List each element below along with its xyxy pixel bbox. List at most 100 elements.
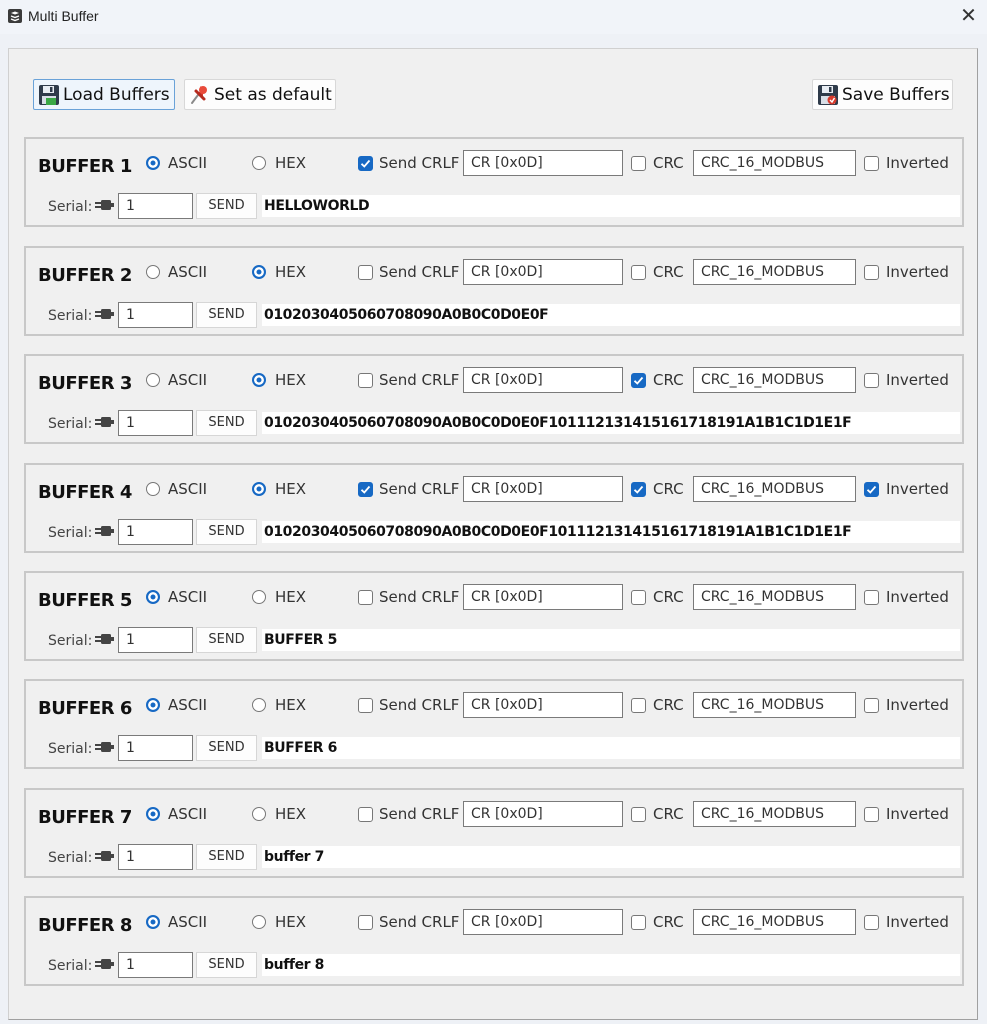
buffer-group-6: BUFFER 6 ASCII HEX Send CRLF CR [0x0D] C… — [24, 679, 964, 769]
crc-checkbox[interactable] — [631, 807, 646, 822]
hex-radio[interactable] — [252, 590, 266, 604]
ascii-label: ASCII — [168, 480, 208, 498]
serial-port-input[interactable]: 1 — [118, 627, 193, 653]
crlf-terminator-field[interactable]: CR [0x0D] — [463, 909, 623, 935]
crc-checkbox[interactable] — [631, 590, 646, 605]
serial-port-input[interactable]: 1 — [118, 844, 193, 870]
set-as-default-button[interactable]: Set as default — [184, 79, 336, 110]
send-button[interactable]: SEND — [196, 302, 257, 328]
send-crlf-checkbox[interactable] — [358, 265, 373, 280]
send-crlf-checkbox[interactable] — [358, 698, 373, 713]
ascii-label: ASCII — [168, 263, 208, 281]
buffer-data-input[interactable]: 0102030405060708090A0B0C0D0E0F1011121314… — [262, 412, 960, 434]
buffer-title: BUFFER 6 — [38, 698, 132, 719]
crlf-terminator-field[interactable]: CR [0x0D] — [463, 367, 623, 393]
close-button[interactable]: ✕ — [950, 0, 987, 34]
ascii-radio[interactable] — [146, 156, 160, 170]
inverted-checkbox[interactable] — [864, 698, 879, 713]
serial-port-input[interactable]: 1 — [118, 735, 193, 761]
floppy-disk-icon — [39, 84, 59, 105]
crc-checkbox[interactable] — [631, 482, 646, 497]
send-crlf-checkbox[interactable] — [358, 915, 373, 930]
buffer-data-input[interactable]: HELLOWORLD — [262, 195, 960, 217]
send-crlf-checkbox[interactable] — [358, 156, 373, 171]
crlf-terminator-field[interactable]: CR [0x0D] — [463, 584, 623, 610]
serial-port-input[interactable]: 1 — [118, 410, 193, 436]
send-button[interactable]: SEND — [196, 627, 257, 653]
serial-label: Serial: — [48, 850, 93, 866]
crc-type-field[interactable]: CRC_16_MODBUS — [693, 801, 856, 827]
crc-checkbox[interactable] — [631, 698, 646, 713]
ascii-radio[interactable] — [146, 373, 160, 387]
hex-radio[interactable] — [252, 156, 266, 170]
inverted-label: Inverted — [886, 805, 949, 823]
inverted-checkbox[interactable] — [864, 265, 879, 280]
buffer-data-input[interactable]: BUFFER 6 — [262, 737, 960, 759]
crlf-terminator-field[interactable]: CR [0x0D] — [463, 476, 623, 502]
serial-port-input[interactable]: 1 — [118, 193, 193, 219]
buffer-data-input[interactable]: 0102030405060708090A0B0C0D0E0F — [262, 304, 960, 326]
crlf-terminator-field[interactable]: CR [0x0D] — [463, 259, 623, 285]
send-crlf-checkbox[interactable] — [358, 373, 373, 388]
hex-radio[interactable] — [252, 373, 266, 387]
inverted-checkbox[interactable] — [864, 807, 879, 822]
title-bar: Multi Buffer ✕ — [0, 0, 987, 34]
inverted-checkbox[interactable] — [864, 373, 879, 388]
send-button[interactable]: SEND — [196, 193, 257, 219]
hex-radio[interactable] — [252, 915, 266, 929]
inverted-checkbox[interactable] — [864, 590, 879, 605]
inverted-checkbox[interactable] — [864, 482, 879, 497]
set-as-default-label: Set as default — [214, 84, 332, 105]
send-button[interactable]: SEND — [196, 519, 257, 545]
inverted-checkbox[interactable] — [864, 156, 879, 171]
send-crlf-checkbox[interactable] — [358, 807, 373, 822]
hex-radio[interactable] — [252, 265, 266, 279]
crc-checkbox[interactable] — [631, 915, 646, 930]
hex-radio[interactable] — [252, 698, 266, 712]
checkmark-icon — [633, 485, 644, 494]
send-button[interactable]: SEND — [196, 844, 257, 870]
send-crlf-checkbox[interactable] — [358, 590, 373, 605]
send-crlf-checkbox[interactable] — [358, 482, 373, 497]
crc-type-field[interactable]: CRC_16_MODBUS — [693, 909, 856, 935]
send-button[interactable]: SEND — [196, 735, 257, 761]
ascii-radio[interactable] — [146, 698, 160, 712]
crc-type-field[interactable]: CRC_16_MODBUS — [693, 367, 856, 393]
send-button[interactable]: SEND — [196, 952, 257, 978]
serial-port-input[interactable]: 1 — [118, 302, 193, 328]
serial-port-input[interactable]: 1 — [118, 952, 193, 978]
serial-port-input[interactable]: 1 — [118, 519, 193, 545]
buffer-data-input[interactable]: buffer 7 — [262, 846, 960, 868]
crlf-terminator-field[interactable]: CR [0x0D] — [463, 150, 623, 176]
inverted-checkbox[interactable] — [864, 915, 879, 930]
serial-plug-icon — [95, 851, 114, 861]
save-buffers-button[interactable]: Save Buffers — [812, 79, 953, 110]
ascii-label: ASCII — [168, 588, 208, 606]
ascii-radio[interactable] — [146, 265, 160, 279]
crc-type-field[interactable]: CRC_16_MODBUS — [693, 584, 856, 610]
crc-checkbox[interactable] — [631, 156, 646, 171]
crc-checkbox[interactable] — [631, 265, 646, 280]
hex-radio[interactable] — [252, 807, 266, 821]
buffer-title: BUFFER 5 — [38, 590, 132, 611]
hex-radio[interactable] — [252, 482, 266, 496]
crc-checkbox[interactable] — [631, 373, 646, 388]
buffer-data-input[interactable]: buffer 8 — [262, 954, 960, 976]
crc-type-field[interactable]: CRC_16_MODBUS — [693, 692, 856, 718]
buffer-title: BUFFER 8 — [38, 915, 132, 936]
ascii-radio[interactable] — [146, 807, 160, 821]
hex-label: HEX — [275, 480, 307, 498]
crc-type-field[interactable]: CRC_16_MODBUS — [693, 476, 856, 502]
crc-type-field[interactable]: CRC_16_MODBUS — [693, 259, 856, 285]
ascii-radio[interactable] — [146, 915, 160, 929]
crlf-terminator-field[interactable]: CR [0x0D] — [463, 801, 623, 827]
load-buffers-button[interactable]: Load Buffers — [33, 79, 175, 110]
ascii-radio[interactable] — [146, 590, 160, 604]
crc-type-field[interactable]: CRC_16_MODBUS — [693, 150, 856, 176]
buffer-data-input[interactable]: BUFFER 5 — [262, 629, 960, 651]
send-button[interactable]: SEND — [196, 410, 257, 436]
ascii-radio[interactable] — [146, 482, 160, 496]
crc-label: CRC — [653, 154, 684, 172]
crlf-terminator-field[interactable]: CR [0x0D] — [463, 692, 623, 718]
buffer-data-input[interactable]: 0102030405060708090A0B0C0D0E0F1011121314… — [262, 521, 960, 543]
